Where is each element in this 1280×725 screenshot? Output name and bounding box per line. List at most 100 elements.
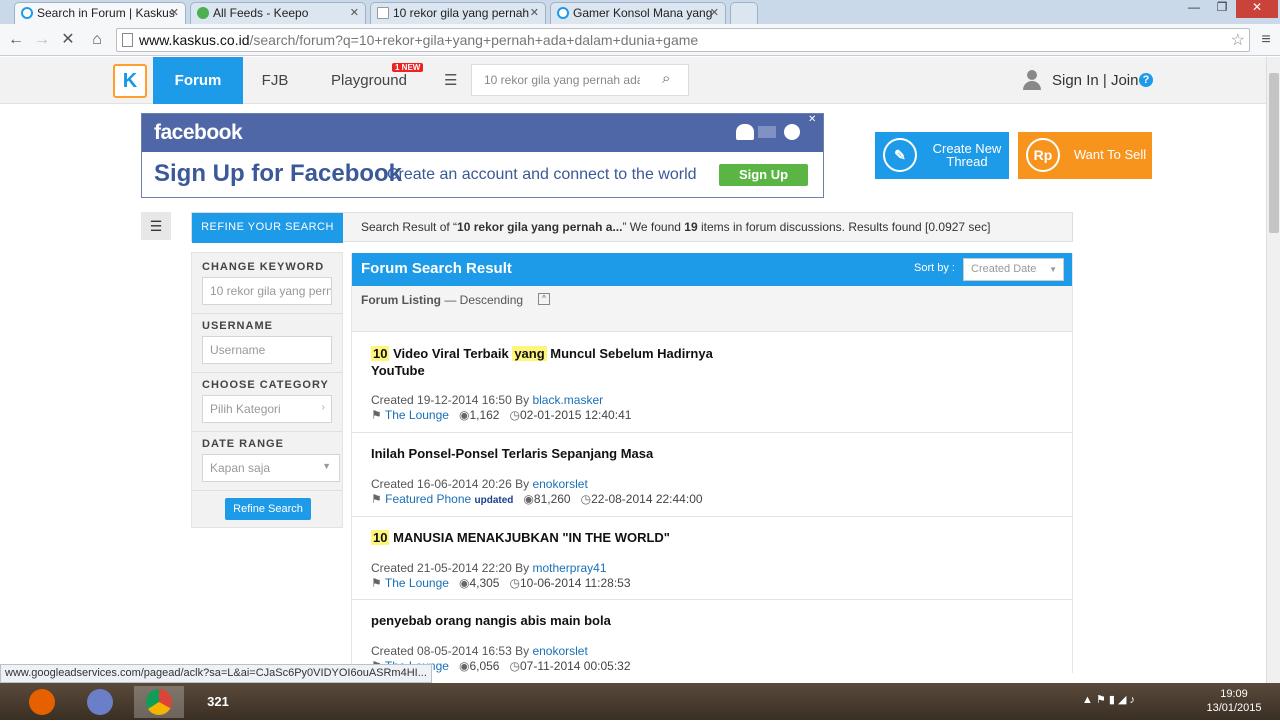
category-select[interactable]: Pilih Kategori › xyxy=(202,395,332,423)
browser-tabbar: Search in Forum | Kaskus ✕ All Feeds - K… xyxy=(0,0,1280,24)
result-title[interactable]: 10 MANUSIA MENAKJUBKAN "IN THE WORLD" xyxy=(371,529,751,546)
search-results: Forum Search Result Sort by : Created Da… xyxy=(351,253,1073,673)
kaskus-logo[interactable]: K xyxy=(113,64,147,98)
tray-icons[interactable]: ▲ ⚑ ▮ ◢ ♪ xyxy=(1082,693,1135,706)
author-link[interactable]: motherpray41 xyxy=(532,561,606,575)
create-thread-label: Create New Thread xyxy=(932,141,1002,169)
tab-rekor[interactable]: 10 rekor gila yang pernah ✕ xyxy=(370,2,546,24)
result-item: 10 Video Viral Terbaik yang Muncul Sebel… xyxy=(352,333,1072,433)
last-post-date: 10-06-2014 11:28:53 xyxy=(519,576,631,590)
forward-icon[interactable]: → xyxy=(31,29,53,51)
chrome-icon[interactable] xyxy=(134,686,184,718)
keyword-input[interactable]: 10 rekor gila yang pernah xyxy=(202,277,332,305)
ad-banner-top: facebook ✕ xyxy=(142,114,823,152)
close-icon[interactable]: ✕ xyxy=(530,6,539,19)
title-text: MANUSIA MENAKJUBKAN "IN THE WORLD" xyxy=(389,530,670,545)
search-icon[interactable]: ⌕ xyxy=(662,70,670,87)
user-icon xyxy=(1022,69,1042,91)
created-prefix: Created xyxy=(371,644,418,658)
media-player-icon[interactable]: 321 xyxy=(196,686,240,718)
minimize-icon[interactable]: — xyxy=(1180,0,1208,18)
username-input[interactable]: Username xyxy=(202,336,332,364)
nav-fjb[interactable]: FJB xyxy=(250,57,300,104)
create-thread-button[interactable]: ✎ Create New Thread xyxy=(875,132,1009,179)
created-prefix: Created xyxy=(371,561,418,575)
tab-keepo[interactable]: All Feeds - Keepo ✕ xyxy=(190,2,366,24)
adchoices-icon[interactable]: ✕ xyxy=(808,114,816,125)
result-stats: ⚑ The Lounge ◉4,305 ◷10-06-2014 11:28:53 xyxy=(371,576,631,590)
result-title[interactable]: penyebab orang nangis abis main bola xyxy=(371,612,751,629)
author-link[interactable]: enokorslet xyxy=(532,644,587,658)
list-toggle-icon[interactable]: ☰ xyxy=(141,212,171,240)
view-count: 4,305 xyxy=(469,576,500,590)
category-link[interactable]: Featured Phone xyxy=(385,492,471,506)
divider xyxy=(192,490,342,491)
join-link[interactable]: Join xyxy=(1111,72,1139,89)
nav-forum[interactable]: Forum xyxy=(153,57,243,104)
refine-search-button[interactable]: Refine Search xyxy=(225,498,311,520)
date-range-label: DATE RANGE xyxy=(202,438,284,450)
ad-signup-button[interactable]: Sign Up xyxy=(719,164,808,186)
want-to-sell-button[interactable]: Rp Want To Sell xyxy=(1018,132,1152,179)
result-title[interactable]: 10 Video Viral Terbaik yang Muncul Sebel… xyxy=(371,345,751,379)
updated-badge: updated xyxy=(474,495,514,506)
help-icon[interactable]: ? xyxy=(1139,73,1153,87)
loading-icon xyxy=(21,7,33,19)
page-scrollbar[interactable] xyxy=(1266,57,1280,683)
swift-icon[interactable] xyxy=(78,686,122,718)
author-link[interactable]: enokorslet xyxy=(532,477,587,491)
firefox-icon[interactable] xyxy=(20,686,64,718)
new-tab-button[interactable] xyxy=(730,2,758,24)
view-count: 1,162 xyxy=(469,408,500,422)
refine-sidebar: CHANGE KEYWORD 10 rekor gila yang pernah… xyxy=(191,252,343,528)
list-icon[interactable]: ☰ xyxy=(444,71,457,89)
result-suffix: items in forum discussions. Results foun… xyxy=(697,220,991,234)
author-link[interactable]: black.masker xyxy=(532,393,603,407)
listing-label: Forum Listing xyxy=(361,293,441,307)
date-range-select[interactable]: Kapan saja ▼ xyxy=(202,454,340,482)
collapse-icon[interactable]: ^ xyxy=(538,293,550,305)
window-close-icon[interactable]: ✕ xyxy=(1236,0,1278,18)
friends-icon xyxy=(736,124,754,140)
result-title[interactable]: Inilah Ponsel-Ponsel Terlaris Sepanjang … xyxy=(371,445,751,462)
address-bar[interactable]: www.kaskus.co.id/search/forum?q=10+rekor… xyxy=(116,28,1250,52)
search-input[interactable]: 10 rekor gila yang pernah ada ⌕ xyxy=(471,64,689,96)
signin-link[interactable]: Sign In xyxy=(1052,72,1099,89)
created-date: 21-05-2014 22:20 xyxy=(417,561,512,575)
tab-title: Search in Forum | Kaskus xyxy=(37,6,175,20)
close-icon[interactable]: ✕ xyxy=(350,6,359,19)
sort-select[interactable]: Created Date ▼ xyxy=(963,258,1064,281)
star-icon[interactable]: ☆ xyxy=(1231,30,1245,50)
back-icon[interactable]: ← xyxy=(5,29,27,51)
home-icon[interactable]: ⌂ xyxy=(86,29,108,51)
listing-text: Forum Listing — Descending xyxy=(361,293,523,307)
tag-icon: ⚑ xyxy=(371,576,382,590)
highlight-term: 10 xyxy=(371,530,390,545)
restore-icon[interactable]: ❐ xyxy=(1208,0,1236,18)
category-link[interactable]: The Lounge xyxy=(385,408,449,422)
stop-icon[interactable]: ✕ xyxy=(57,29,79,51)
page-icon xyxy=(122,33,133,47)
clock[interactable]: 19:09 13/01/2015 xyxy=(1196,687,1272,715)
ad-headline: Sign Up for Facebook xyxy=(154,160,403,187)
windows-taskbar: 321 ▲ ⚑ ▮ ◢ ♪ 19:09 13/01/2015 xyxy=(0,683,1280,720)
created-prefix: Created xyxy=(371,477,418,491)
result-meta: Created 19-12-2014 16:50 By black.masker xyxy=(371,393,603,407)
tab-kaskus-search[interactable]: Search in Forum | Kaskus ✕ xyxy=(14,2,186,24)
tab-gamer[interactable]: Gamer Konsol Mana yang ✕ xyxy=(550,2,726,24)
created-date: 19-12-2014 16:50 xyxy=(417,393,512,407)
divider xyxy=(192,313,342,314)
refine-tab[interactable]: REFINE YOUR SEARCH xyxy=(192,213,343,243)
facebook-ad[interactable]: facebook ✕ Sign Up for Facebook Create a… xyxy=(141,113,824,198)
chevron-down-icon: ▼ xyxy=(322,461,331,471)
scrollbar-thumb[interactable] xyxy=(1269,73,1279,233)
result-meta: Created 21-05-2014 22:20 By motherpray41 xyxy=(371,561,607,575)
close-icon[interactable]: ✕ xyxy=(170,6,179,19)
category-link[interactable]: The Lounge xyxy=(385,576,449,590)
views-icon: ◉ xyxy=(523,492,534,506)
menu-icon[interactable]: ≡ xyxy=(1255,29,1277,51)
title-text: Video Viral Terbaik xyxy=(389,346,513,361)
close-icon[interactable]: ✕ xyxy=(710,6,719,19)
listing-order: — Descending xyxy=(441,293,524,307)
page-icon xyxy=(377,7,389,19)
